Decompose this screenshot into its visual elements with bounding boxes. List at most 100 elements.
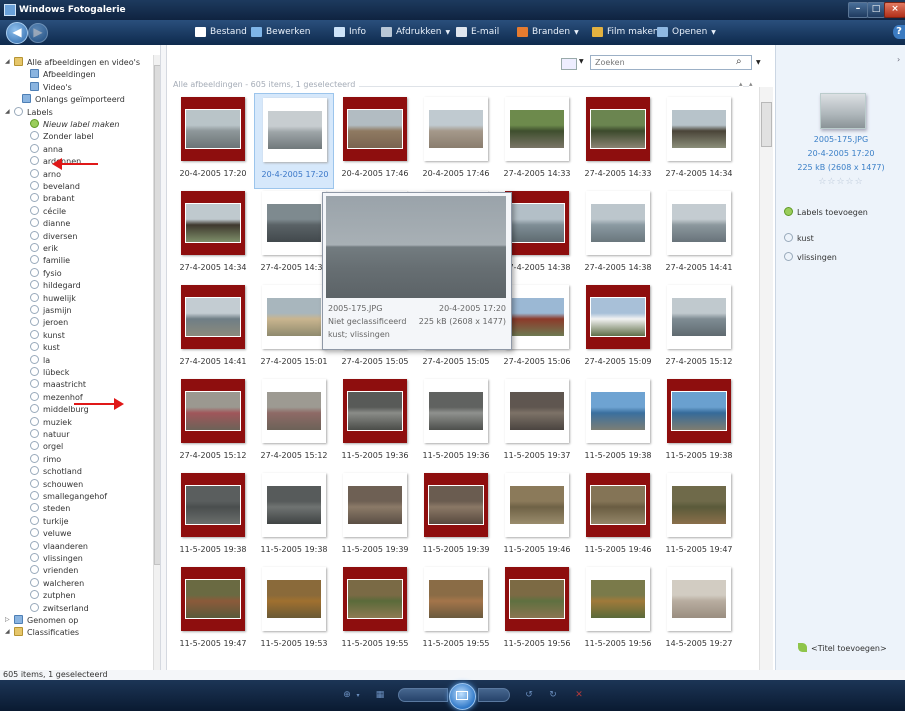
nav-item-jeroen[interactable]: jeroen (30, 317, 68, 327)
nav-item-vlissingen[interactable]: vlissingen (30, 553, 83, 563)
actual-size-icon[interactable]: ▦ (374, 689, 386, 702)
photo-thumbnail[interactable]: 11-5-2005 19:56 (497, 563, 577, 659)
nav-item-genomen-op[interactable]: ▷ Genomen op (5, 615, 78, 625)
toolbar-info-button[interactable]: Info (334, 27, 366, 37)
photo-thumbnail[interactable]: 27-4-2005 14:41 (173, 281, 253, 377)
photo-thumbnail[interactable]: 14-5-2005 19:27 (659, 563, 739, 659)
photo-thumbnail[interactable]: 11-5-2005 19:47 (659, 469, 739, 565)
photo-thumbnail[interactable]: 11-5-2005 19:46 (578, 469, 658, 565)
collapse-icon[interactable]: ▴ (739, 80, 743, 88)
info-datetime[interactable]: 20-4-2005 17:20 (776, 149, 905, 158)
nav-item-brabant[interactable]: brabant (30, 193, 74, 203)
nav-item-smallegangehof[interactable]: smallegangehof (30, 491, 107, 501)
nav-item-l-beck[interactable]: lübeck (30, 367, 69, 377)
expand-icon[interactable]: ◢ (5, 107, 10, 117)
forward-button[interactable]: ▶ (28, 23, 48, 43)
toolbar-openen-button[interactable]: Openen ▼ (657, 27, 716, 37)
add-labels-link[interactable]: Labels toevoegen (784, 207, 868, 217)
nav-item-walcheren[interactable]: walcheren (30, 577, 84, 588)
toolbar-branden-button[interactable]: Branden ▼ (517, 27, 579, 37)
nav-item-video-s[interactable]: Video's (30, 81, 72, 92)
thumbnail-scrollbar[interactable] (759, 87, 773, 670)
photo-thumbnail[interactable]: 20-4-2005 17:20 (254, 93, 334, 189)
delete-icon[interactable]: ✕ (572, 689, 586, 702)
chevron-down-icon[interactable]: ▼ (579, 58, 584, 65)
thumbnail-view-icon[interactable] (561, 58, 577, 70)
chevron-down-icon[interactable]: ▼ (756, 59, 761, 66)
nav-item-zwitserland[interactable]: zwitserland (30, 602, 89, 613)
photo-thumbnail[interactable]: 27-4-2005 15:12 (254, 375, 334, 471)
photo-thumbnail[interactable]: 11-5-2005 19:55 (416, 563, 496, 659)
next-button[interactable] (478, 688, 510, 702)
photo-thumbnail[interactable]: 11-5-2005 19:38 (659, 375, 739, 471)
nav-item-maastricht[interactable]: maastricht (30, 379, 86, 389)
nav-item-nieuw-label-maken[interactable]: Nieuw label maken (30, 119, 120, 129)
pane-splitter[interactable] (160, 45, 167, 670)
chevron-down-icon[interactable]: ▾ (354, 689, 362, 702)
photo-thumbnail[interactable]: 27-4-2005 14:33 (497, 93, 577, 189)
nav-item-familie[interactable]: familie (30, 255, 70, 265)
photo-thumbnail[interactable]: 11-5-2005 19:39 (335, 469, 415, 565)
nav-item-dianne[interactable]: dianne (30, 218, 70, 228)
nav-item-rimo[interactable]: rimo (30, 453, 61, 464)
expand-icon[interactable]: ◢ (5, 57, 10, 67)
toolbar-film-maken-button[interactable]: Film maken (592, 27, 659, 37)
photo-thumbnail[interactable]: 11-5-2005 19:38 (173, 469, 253, 565)
photo-thumbnail[interactable]: 11-5-2005 19:38 (254, 469, 334, 565)
photo-thumbnail[interactable]: 20-4-2005 17:46 (416, 93, 496, 189)
toolbar-afdrukken-button[interactable]: Afdrukken ▼ (381, 27, 450, 37)
photo-thumbnail[interactable]: 11-5-2005 19:46 (497, 469, 577, 565)
previous-button[interactable] (398, 688, 448, 702)
nav-item-erik[interactable]: erik (30, 243, 58, 253)
slideshow-button[interactable] (449, 683, 476, 710)
close-button[interactable]: × (884, 2, 905, 18)
scrollbar-thumb[interactable] (761, 102, 772, 147)
nav-item-labels[interactable]: ◢ Labels (5, 106, 53, 117)
photo-thumbnail[interactable]: 11-5-2005 19:39 (416, 469, 496, 565)
nav-item-fysio[interactable]: fysio (30, 267, 62, 278)
rotate-right-icon[interactable]: ↻ (546, 689, 560, 702)
toolbar-bewerken-button[interactable]: Bewerken (251, 27, 310, 37)
search-icon[interactable]: ⌕ (736, 56, 742, 67)
zoom-icon[interactable]: ⊕ (340, 689, 354, 702)
nav-item-classificaties[interactable]: ◢ Classificaties (5, 627, 79, 637)
photo-thumbnail[interactable]: 11-5-2005 19:36 (416, 375, 496, 471)
photo-thumbnail[interactable]: 11-5-2005 19:36 (335, 375, 415, 471)
toolbar-bestand-button[interactable]: Bestand▼ (195, 27, 256, 37)
label-item[interactable]: vlissingen (784, 252, 837, 262)
nav-item-schotland[interactable]: schotland (30, 466, 82, 476)
rotate-left-icon[interactable]: ↺ (522, 689, 536, 702)
nav-item-kust[interactable]: kust (30, 342, 60, 352)
maximize-button[interactable]: □ (867, 2, 885, 18)
photo-thumbnail[interactable]: 27-4-2005 14:38 (578, 187, 658, 283)
toolbar-e-mail-button[interactable]: E-mail (456, 27, 499, 37)
nav-item-arno[interactable]: arno (30, 168, 61, 179)
group-header[interactable]: Alle afbeeldingen - 605 items, 1 geselec… (173, 80, 753, 91)
photo-thumbnail[interactable]: 27-4-2005 15:09 (578, 281, 658, 377)
nav-item-onlangs-ge-mporteerd[interactable]: Onlangs geïmporteerd (22, 94, 125, 104)
nav-item-beveland[interactable]: beveland (30, 181, 80, 191)
help-button[interactable]: ? (893, 25, 905, 39)
nav-item-veluwe[interactable]: veluwe (30, 528, 71, 538)
nav-item-afbeeldingen[interactable]: Afbeeldingen (30, 69, 96, 79)
expand-icon[interactable]: ◢ (5, 627, 10, 637)
photo-thumbnail[interactable]: 11-5-2005 19:37 (497, 375, 577, 471)
nav-item-vrienden[interactable]: vrienden (30, 565, 78, 575)
nav-item-natuur[interactable]: natuur (30, 429, 70, 439)
nav-item-kunst[interactable]: kunst (30, 329, 65, 340)
minimize-button[interactable]: – (848, 2, 868, 18)
rating-stars[interactable]: ☆☆☆☆☆ (776, 177, 905, 187)
expand-icon[interactable]: ▷ (5, 615, 10, 625)
nav-item-c-cile[interactable]: cécile (30, 205, 66, 216)
back-button[interactable]: ◀ (6, 22, 28, 44)
nav-item-turkije[interactable]: turkije (30, 515, 69, 526)
nav-item-alle-afbeeldingen-en-video-s[interactable]: ◢ Alle afbeeldingen en video's (5, 57, 140, 67)
photo-thumbnail[interactable]: 27-4-2005 14:41 (659, 187, 739, 283)
nav-item-huwelijk[interactable]: huwelijk (30, 292, 76, 303)
scroll-up-icon[interactable]: ▴ (749, 80, 753, 88)
photo-thumbnail[interactable]: 27-4-2005 14:34 (659, 93, 739, 189)
nav-item-muziek[interactable]: muziek (30, 416, 72, 427)
photo-thumbnail[interactable]: 27-4-2005 15:12 (173, 375, 253, 471)
photo-thumbnail[interactable]: 27-4-2005 14:33 (578, 93, 658, 189)
nav-item-anna[interactable]: anna (30, 143, 63, 154)
